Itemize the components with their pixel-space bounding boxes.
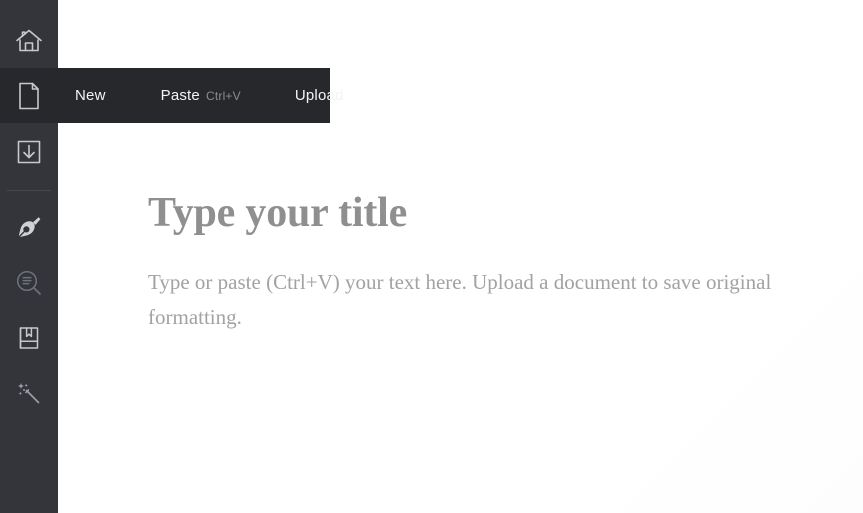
- sidebar-item-readability[interactable]: [0, 255, 58, 310]
- document-icon: [16, 81, 42, 111]
- sidebar-item-document[interactable]: [0, 68, 58, 123]
- magic-wand-icon: [15, 379, 43, 407]
- app-window: New Paste Ctrl+V Upload Type your title …: [0, 0, 863, 513]
- paste-button[interactable]: Paste Ctrl+V: [161, 87, 241, 104]
- sidebar-item-write[interactable]: [0, 200, 58, 255]
- magnifier-lines-icon: [14, 268, 44, 298]
- paste-button-label: Paste: [160, 87, 200, 104]
- title-input-placeholder[interactable]: Type your title: [148, 191, 407, 235]
- paste-shortcut-label: Ctrl+V: [205, 89, 241, 103]
- sidebar-divider: [7, 190, 51, 191]
- document-menubar: New Paste Ctrl+V Upload: [0, 68, 343, 123]
- sidebar-item-import[interactable]: [0, 124, 58, 179]
- sidebar-item-suggestions[interactable]: [0, 365, 58, 420]
- download-box-icon: [15, 138, 43, 166]
- upload-button[interactable]: Upload: [295, 87, 344, 104]
- new-button-label: New: [75, 87, 106, 104]
- body-input-placeholder[interactable]: Type or paste (Ctrl+V) your text here. U…: [148, 265, 788, 335]
- editor-canvas[interactable]: Type your title Type or paste (Ctrl+V) y…: [58, 123, 863, 513]
- sidebar-item-home[interactable]: [0, 13, 58, 68]
- pen-nib-icon: [15, 214, 43, 242]
- book-bookmark-icon: [15, 324, 43, 352]
- home-icon: [14, 27, 44, 55]
- new-button[interactable]: New: [75, 87, 106, 104]
- sidebar-item-dictionary[interactable]: [0, 310, 58, 365]
- upload-button-label: Upload: [294, 87, 344, 104]
- menubar-actions: New Paste Ctrl+V Upload: [58, 68, 344, 123]
